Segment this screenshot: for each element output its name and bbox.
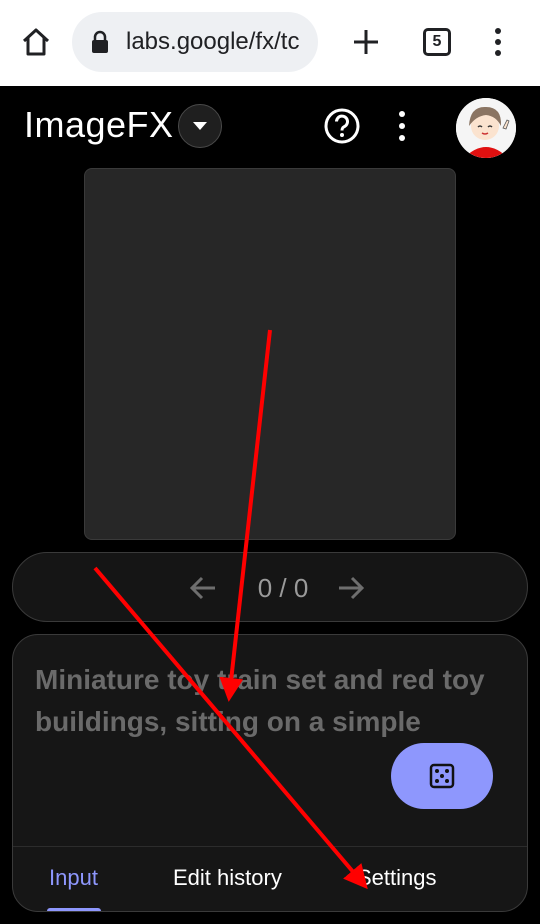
browser-toolbar: labs.google/fx/tc 5 — [0, 0, 540, 86]
tab-switcher-icon[interactable]: 5 — [423, 28, 451, 56]
random-prompt-button[interactable] — [391, 743, 493, 809]
app-title: ImageFX — [24, 104, 174, 145]
pager-count: 0 / 0 — [257, 573, 309, 603]
lock-icon — [92, 30, 108, 53]
prompt-tabs: Input Edit history Settings — [13, 846, 527, 911]
image-pager: 0 / 0 — [12, 552, 528, 622]
arrow-left-icon[interactable] — [189, 575, 217, 601]
tab-input[interactable]: Input — [49, 865, 98, 891]
plus-icon[interactable] — [352, 28, 380, 56]
more-vert-icon[interactable] — [390, 108, 414, 144]
url-text: labs.google/fx/tc — [126, 28, 300, 55]
chevron-down-icon — [193, 122, 207, 130]
image-preview — [84, 168, 456, 540]
home-icon[interactable] — [20, 26, 52, 58]
arrow-right-icon[interactable] — [337, 575, 365, 601]
app-switcher-button[interactable] — [178, 104, 222, 148]
tab-settings[interactable]: Settings — [357, 865, 437, 891]
help-icon[interactable] — [322, 106, 362, 146]
dice-icon — [429, 763, 455, 789]
avatar[interactable] — [456, 98, 516, 158]
active-tab-indicator — [47, 908, 101, 911]
tab-edit-history[interactable]: Edit history — [173, 865, 282, 891]
address-bar[interactable]: labs.google/fx/tc — [72, 12, 318, 72]
tab-count: 5 — [432, 33, 442, 50]
prompt-card: Miniature toy train set and red toy buil… — [12, 634, 528, 912]
more-vert-icon[interactable] — [486, 26, 510, 58]
prompt-input[interactable]: Miniature toy train set and red toy buil… — [35, 659, 505, 743]
avatar-illustration — [456, 98, 516, 158]
